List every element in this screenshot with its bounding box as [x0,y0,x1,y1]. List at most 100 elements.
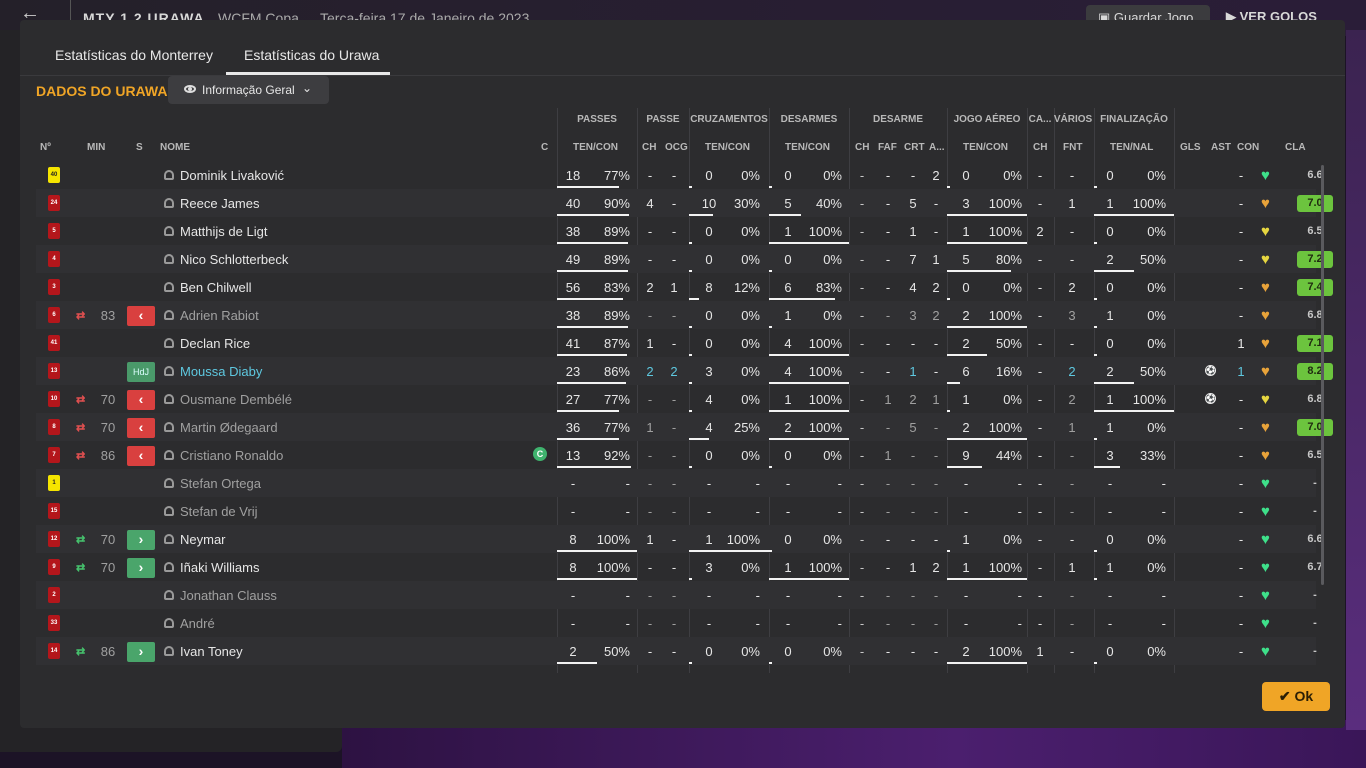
table-row[interactable]: 10 ⇄ 70 ‹ Ousmane Dembélé 27 77% - -4 0% 1 100% -1 2 1… [0,385,1366,413]
player-name[interactable]: Stefan de Vrij [180,504,480,519]
header-s[interactable]: S [136,142,143,153]
player-name[interactable]: Adrien Rabiot [180,308,480,323]
table-row[interactable]: 12 ⇄ 70 › Neymar 8 100% 1-1 100% 0 0% - - - -1 0% - -0 0% -… [0,525,1366,553]
subbed-off-icon: ‹ [127,306,155,326]
substitution-arrows-icon: ⇄ [76,646,86,658]
player-name[interactable]: Reece James [180,196,480,211]
passes-pct-bar [557,270,628,272]
shots-pct-bar [1094,578,1097,580]
back-arrow-icon[interactable]: ← [20,3,40,23]
passes-attempted: 18 [565,168,581,183]
table-row[interactable]: 8 ⇄ 70 ‹ Martin Ødegaard 36 77% 1-4 25% 2 100% - -5-… [0,413,1366,441]
player-name[interactable]: Declan Rice [180,336,480,351]
table-row[interactable]: 4 Nico Schlotterbeck 49 89% - - 0 0% 0 0% - - 7 1 5 80%… [0,245,1366,273]
player-name[interactable]: Cristiano Ronaldo [180,448,480,463]
header-passe-ch[interactable]: CH [642,142,656,153]
headset-icon [164,310,174,320]
headset-icon [164,478,174,488]
aerial-pct-bar [947,466,982,468]
table-row[interactable]: 13 HdJ Moussa Diaby 23 86% 2 2 3 0% 4 100% - -1-6 16%… [0,357,1366,385]
table-row[interactable]: 40 Dominik Livaković 18 77% - -0 0% 0 0% - - -2 0 0% -… [0,161,1366,189]
passes-pct-bar [557,466,631,468]
player-name[interactable]: Ousmane Dembélé [180,392,480,407]
desarme-a: - [933,224,939,239]
shots-pct: 0% [1147,280,1166,295]
desarme-faf: - [885,308,891,323]
table-row[interactable]: 2 Jonathan Clauss - - - - - - - - - - - - - - - - - - - ♥ - [0,581,1366,609]
tab-monterrey-stats[interactable]: Estatísticas do Monterrey [55,47,213,63]
varios-fnt: 1 [1068,420,1076,435]
condition-heart-icon: ♥ [1261,251,1270,268]
header-name[interactable]: NOME [160,142,190,153]
table-row[interactable]: 3 Ben Chilwell 56 83% 2 1 8 12% 6 83% - -4 2 0 0% -2 0 0%… [0,273,1366,301]
player-name[interactable]: Matthijs de Ligt [180,224,480,239]
player-name[interactable]: Martin Ødegaard [180,420,480,435]
shots-pct: 0% [1147,224,1166,239]
tab-urawa-stats[interactable]: Estatísticas do Urawa [244,47,379,63]
table-row[interactable]: 1 Stefan Ortega - - - - - - - - - - - - - - - - - - - ♥ - [0,469,1366,497]
header-aereo-ten-con[interactable]: TEN/CON [963,142,1008,153]
table-row[interactable]: 6 ⇄ 83 ‹ Adrien Rabiot 38 89% - -0 0% 1 0% - -3 2 2 100%… [0,301,1366,329]
table-row[interactable]: 33 André - - - - - - - - - - - - - - - - - - - ♥ - [0,609,1366,637]
shirt-number-icon: 13 [48,363,60,379]
desarme-faf: - [885,532,891,547]
varios-fnt: 3 [1068,308,1076,323]
header-min[interactable]: MIN [87,142,105,153]
passes-attempted: 56 [565,280,581,295]
passe-ocg: - [671,196,677,211]
header-ast[interactable]: AST [1211,142,1231,153]
table-row[interactable]: 15 Stefan de Vrij - - - - - - - - - - - - - - - - - - - ♥ - [0,497,1366,525]
header-ca-ch[interactable]: CH [1033,142,1047,153]
player-name[interactable]: Neymar [180,532,480,547]
header-crt[interactable]: CRT [904,142,925,153]
header-fnt[interactable]: FNT [1063,142,1082,153]
header-gls[interactable]: GLS [1180,142,1201,153]
table-row[interactable]: 24 Reece James 40 90% 4-10 30% 5 40% - -5-3 100% -1… [0,189,1366,217]
crosses-attempted: 4 [705,392,713,407]
tackles-pct-bar [769,550,772,552]
player-name[interactable]: Iñaki Williams [180,560,480,575]
tackles-attempted: 0 [784,448,792,463]
desarme-ch: - [859,308,865,323]
tackles-attempted: - [785,476,791,491]
varios-fnt: - [1069,616,1075,631]
header-passe-ocg[interactable]: OCG [665,142,688,153]
ok-button[interactable]: ✔ Ok [1262,682,1330,711]
player-name[interactable]: Jonathan Clauss [180,588,480,603]
player-name[interactable]: Ben Chilwell [180,280,480,295]
header-faf[interactable]: FAF [878,142,897,153]
header-cruz-ten-con[interactable]: TEN/CON [705,142,750,153]
player-name[interactable]: Moussa Diaby [180,364,480,379]
table-row[interactable]: 5 Matthijs de Ligt 38 89% - - 0 0% 1 100% - - 1 - 1 100… [0,217,1366,245]
table-scrollbar[interactable] [1321,165,1324,585]
header-number[interactable]: Nº [40,142,51,153]
passe-ch: 2 [646,280,654,295]
shots-attempted: - [1107,588,1113,603]
table-row[interactable]: 7 ⇄ 86 ‹ Cristiano Ronaldo C 13 92% - - 0 0% 0 0% - 1 - -… [0,441,1366,469]
aerial-pct-bar [947,242,1027,244]
player-name[interactable]: André [180,616,480,631]
header-desarmes-ten-con[interactable]: TEN/CON [785,142,830,153]
table-row[interactable]: 9 ⇄ 70 › Iñaki Williams 8 100% - -3 0% 1 100% - -1 2 1 1… [0,553,1366,581]
player-name[interactable]: Ivan Toney [180,644,480,659]
player-name[interactable]: Nico Schlotterbeck [180,252,480,267]
player-name[interactable]: Dominik Livaković [180,168,480,183]
header-a[interactable]: A... [929,142,945,153]
header-ten-nal[interactable]: TEN/NAL [1110,142,1153,153]
player-name[interactable]: Stefan Ortega [180,476,480,491]
desarme-a: - [933,196,939,211]
tackles-attempted: 5 [784,196,792,211]
table-row[interactable]: 41 Declan Rice 41 87% 1-0 0% 4 100% - - - -2 50% - -0 0… [0,329,1366,357]
crosses-pct: 0% [741,448,760,463]
crosses-attempted: - [706,476,712,491]
table-row[interactable]: 14 ⇄ 86 › Ivan Toney 2 50% - - 0 0% 0 0% - - - - 2 100% 1 - 0… [0,637,1366,665]
aerial-pct: 100% [988,224,1022,239]
header-con[interactable]: CON [1237,142,1259,153]
header-cla[interactable]: CLA [1285,142,1306,153]
header-c[interactable]: C [541,142,548,153]
header-passes-ten-con[interactable]: TEN/CON [573,142,618,153]
view-dropdown[interactable]: Informação Geral ⌄ [168,76,329,104]
shots-pct: 50% [1139,252,1166,267]
passes-attempted: 8 [569,532,577,547]
header-desarme-ch[interactable]: CH [855,142,869,153]
